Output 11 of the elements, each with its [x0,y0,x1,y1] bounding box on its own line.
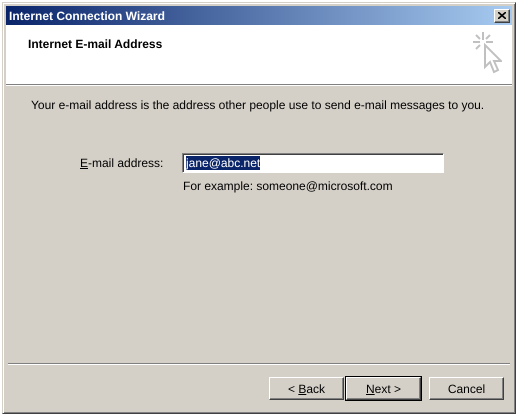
wizard-button[interactable]: Cancel [429,377,504,400]
email-input-field[interactable]: jane@abc.net [182,153,444,173]
description-text: Your e-mail address is the address other people use to send e-mail messages to you. [31,98,486,112]
window-title: Internet Connection Wizard [9,8,165,22]
page-title: Internet E-mail Address [28,37,162,53]
close-icon [498,12,506,19]
wizard-button[interactable]: Next > [346,377,421,400]
example-text: For example: someone@microsoft.com [183,179,394,193]
wizard-button[interactable]: < Back [269,377,344,400]
field-label: E-mail address: [80,156,164,170]
close-button[interactable] [494,8,510,22]
